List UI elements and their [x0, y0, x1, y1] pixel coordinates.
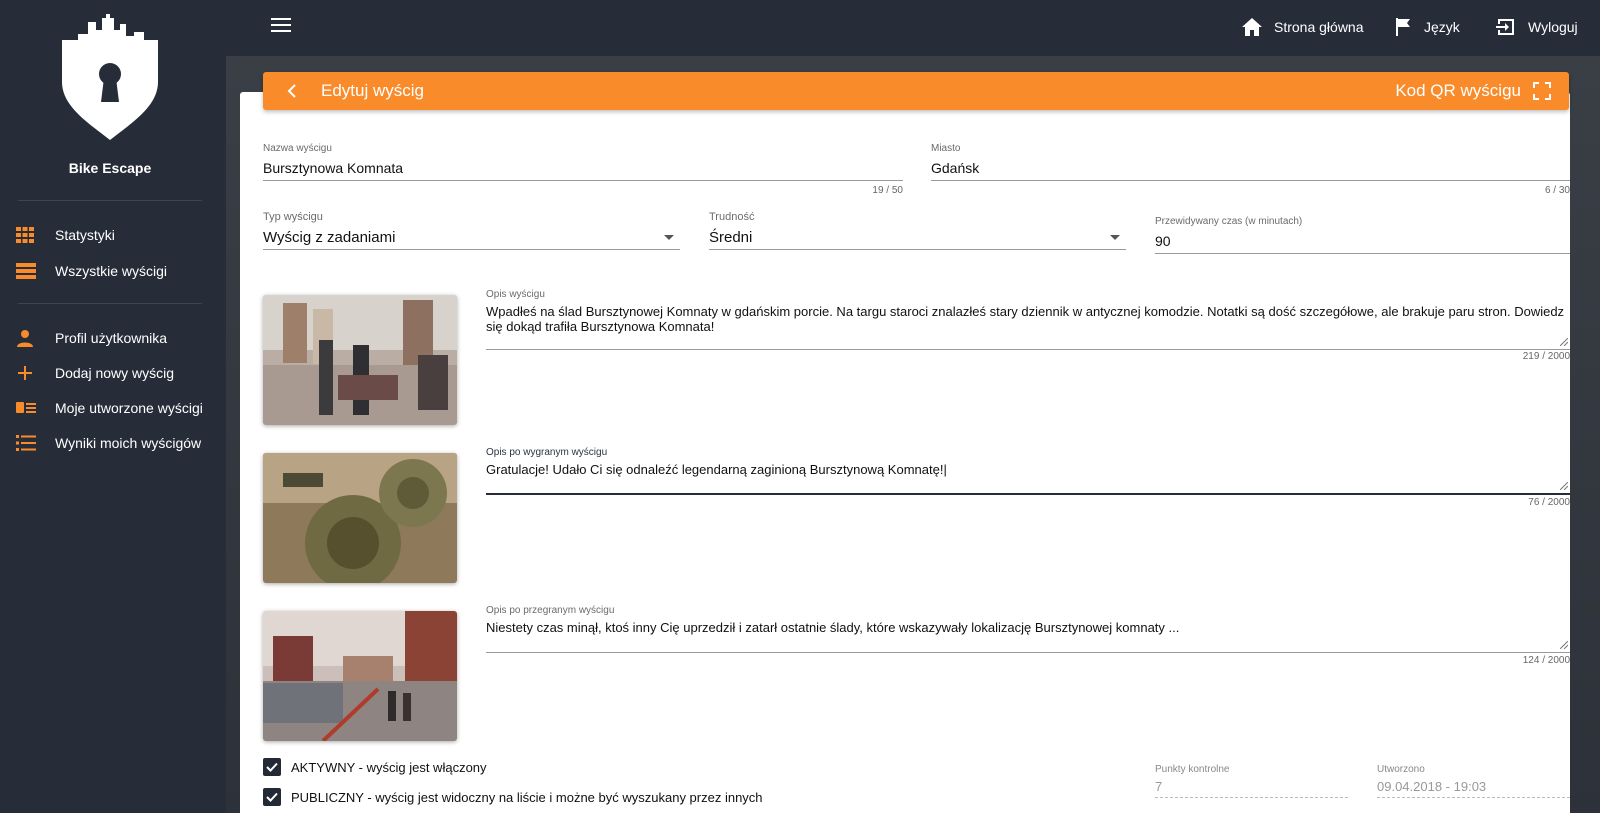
home-icon [1242, 18, 1262, 36]
win-photo[interactable] [263, 453, 457, 583]
race-name-field[interactable]: Nazwa wyścigu Bursztynowa Komnata 19 / 5… [263, 143, 903, 196]
plus-icon [0, 364, 55, 382]
page-title: Edytuj wyścig [321, 81, 424, 100]
menu-icon[interactable] [271, 18, 291, 34]
description-textarea[interactable]: Wpadłeś na ślad Bursztynowej Komnaty w g… [486, 300, 1570, 350]
flag-icon [1396, 18, 1410, 36]
checkpoints-value: 7 [1155, 775, 1348, 798]
description-label: Opis wyścigu [486, 289, 545, 300]
checkmark-icon [266, 762, 278, 772]
checkpoints-label: Punkty kontrolne [1155, 764, 1230, 775]
public-checkbox[interactable] [263, 788, 281, 806]
public-checkbox-row[interactable]: PUBLICZNY - wyścig jest widoczny na liśc… [263, 788, 763, 806]
lose-description-counter: 124 / 2000 [1522, 655, 1570, 666]
lose-description-field[interactable]: Opis po przegranym wyścigu Niestety czas… [486, 605, 1570, 666]
description-text: Wpadłeś na ślad Bursztynowej Komnaty w g… [486, 304, 1565, 334]
sidebar-item-label: Dodaj nowy wyścig [55, 365, 175, 381]
resize-handle-icon[interactable] [1560, 482, 1568, 490]
win-description-text: Gratulacje! Udało Ci się odnaleźć legend… [486, 462, 944, 477]
sidebar-item-label: Statystyki [55, 227, 115, 243]
active-label: AKTYWNY - wyścig jest włączony [291, 759, 487, 775]
race-type-value[interactable]: Wyścig z zadaniami [263, 223, 680, 250]
logo [62, 14, 158, 140]
race-photo[interactable] [263, 295, 457, 425]
sidebar-item-label: Wszystkie wyścigi [55, 263, 168, 279]
logout-link[interactable]: Wyloguj [1496, 0, 1578, 54]
sidebar-item-wyniki[interactable]: Wyniki moich wyścigów [0, 428, 226, 458]
race-type-label: Typ wyścigu [263, 211, 323, 223]
description-field[interactable]: Opis wyścigu Wpadłeś na ślad Bursztynowe… [486, 289, 1570, 362]
sidebar-divider [18, 303, 202, 304]
sidebar-item-statystyki[interactable]: Statystyki [0, 220, 226, 250]
qr-label: Kod QR wyścigu [1395, 81, 1521, 100]
header-bar: Edytuj wyścig Kod QR wyścigu [263, 72, 1569, 110]
home-label: Strona główna [1274, 19, 1364, 35]
difficulty-value[interactable]: Średni [709, 223, 1126, 250]
logout-icon [1496, 19, 1514, 35]
win-description-counter: 76 / 2000 [1528, 497, 1570, 508]
public-label: PUBLICZNY - wyścig jest widoczny na liśc… [291, 789, 763, 805]
description-counter: 219 / 2000 [1522, 351, 1570, 362]
city-field[interactable]: Miasto Gdańsk 6 / 30 [931, 143, 1570, 196]
list-stack-icon [0, 263, 55, 279]
created-field: Utworzono 09.04.2018 - 19:03 [1377, 764, 1570, 798]
text-cursor: | [943, 462, 947, 477]
fullscreen-icon [1533, 82, 1551, 100]
time-label: Przewidywany czas (w minutach) [1155, 216, 1303, 227]
topbar: Strona główna Język Wyloguj [226, 0, 1600, 56]
sidebar-item-moje-wyscigi[interactable]: Moje utworzone wyścigi [0, 393, 226, 423]
created-label: Utworzono [1377, 764, 1425, 775]
person-icon [0, 329, 55, 347]
lose-photo[interactable] [263, 611, 457, 741]
lose-description-textarea[interactable]: Niestety czas minął, ktoś inny Cię uprze… [486, 616, 1570, 653]
active-checkbox[interactable] [263, 758, 281, 776]
home-link[interactable]: Strona główna [1242, 0, 1364, 54]
created-value: 09.04.2018 - 19:03 [1377, 775, 1570, 798]
city-label: Miasto [931, 143, 961, 154]
sidebar-item-dodaj-wyscig[interactable]: Dodaj nowy wyścig [0, 358, 226, 388]
sidebar-item-label: Moje utworzone wyścigi [55, 400, 203, 416]
active-checkbox-row[interactable]: AKTYWNY - wyścig jest włączony [263, 758, 487, 776]
race-name-input[interactable]: Bursztynowa Komnata [263, 154, 903, 181]
sidebar-item-label: Profil użytkownika [55, 330, 168, 346]
dropdown-arrow-icon [664, 235, 674, 240]
checkmark-icon [266, 792, 278, 802]
race-name-label: Nazwa wyścigu [263, 143, 332, 154]
resize-handle-icon[interactable] [1560, 641, 1568, 649]
difficulty-label: Trudność [709, 211, 755, 223]
win-description-textarea[interactable]: Gratulacje! Udało Ci się odnaleźć legend… [486, 458, 1570, 495]
lose-description-text: Niestety czas minął, ktoś inny Cię uprze… [486, 620, 1180, 635]
sidebar-item-wszystkie-wyscigi[interactable]: Wszystkie wyścigi [0, 256, 226, 286]
city-counter: 6 / 30 [1544, 185, 1570, 196]
grid-icon [0, 227, 55, 243]
race-type-select[interactable]: Typ wyścigu Wyścig z zadaniami [263, 211, 680, 250]
language-link[interactable]: Język [1396, 0, 1460, 54]
difficulty-select[interactable]: Trudność Średni [709, 211, 1126, 250]
back-button[interactable] [263, 84, 321, 98]
id-card-icon [0, 401, 55, 415]
lose-description-label: Opis po przegranym wyścigu [486, 605, 615, 616]
app-name: Bike Escape [68, 160, 152, 176]
race-name-counter: 19 / 50 [872, 185, 903, 196]
sidebar-item-label: Wyniki moich wyścigów [55, 435, 202, 451]
time-input[interactable]: 90 [1155, 227, 1570, 254]
time-field[interactable]: Przewidywany czas (w minutach) 90 [1155, 216, 1570, 254]
win-description-field[interactable]: Opis po wygranym wyścigu Gratulacje! Uda… [486, 447, 1570, 508]
checkpoints-field: Punkty kontrolne 7 [1155, 764, 1348, 798]
chevron-left-icon [287, 84, 296, 98]
dropdown-arrow-icon [1110, 235, 1120, 240]
city-input[interactable]: Gdańsk [931, 154, 1570, 181]
logout-label: Wyloguj [1528, 19, 1578, 35]
resize-handle-icon[interactable] [1560, 338, 1568, 346]
sidebar: Bike Escape Statystyki Wszystkie wyścigi… [0, 0, 226, 813]
numbered-list-icon [0, 435, 55, 451]
language-label: Język [1424, 19, 1460, 35]
qr-code-button[interactable]: Kod QR wyścigu [1395, 72, 1551, 110]
sidebar-item-profil[interactable]: Profil użytkownika [0, 323, 226, 353]
win-description-label: Opis po wygranym wyścigu [486, 447, 608, 458]
sidebar-divider [18, 200, 202, 201]
